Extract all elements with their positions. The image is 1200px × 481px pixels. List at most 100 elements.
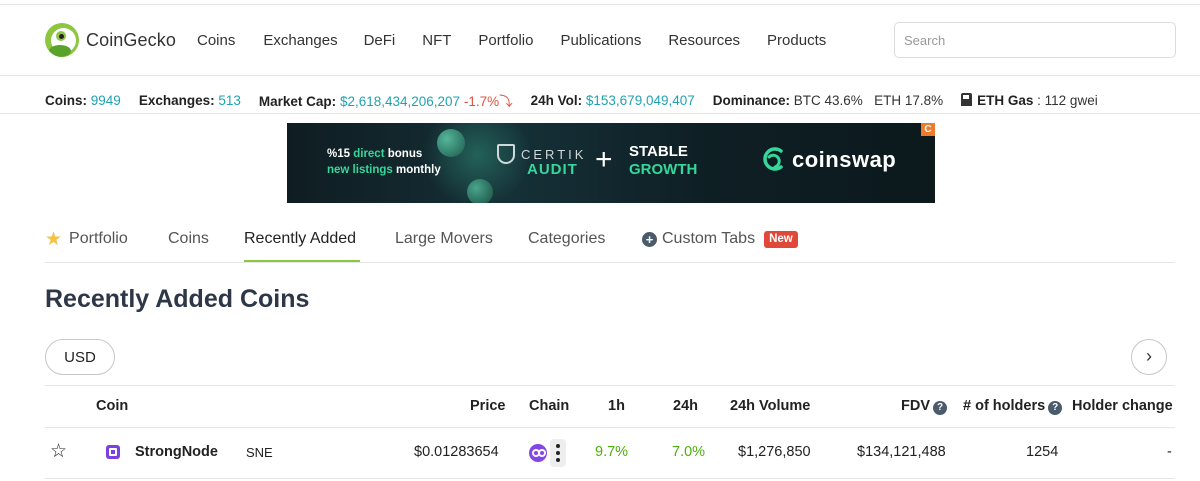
certik-shield-icon bbox=[497, 144, 515, 164]
stat-market-cap[interactable]: Market Cap: $2,618,434,206,207 -1.7%⤵ bbox=[259, 90, 513, 110]
tab-custom-tabs-label: Custom Tabs bbox=[662, 230, 756, 247]
fdv-value: $134,121,488 bbox=[857, 444, 946, 460]
stat-coins-value: 9949 bbox=[90, 92, 121, 108]
col-header-holders[interactable]: # of holders? bbox=[963, 398, 1063, 415]
coin-name[interactable]: StrongNode bbox=[135, 444, 218, 460]
banner-plus: + bbox=[595, 143, 613, 176]
col-header-chain[interactable]: Chain bbox=[529, 398, 569, 414]
decor-sphere bbox=[467, 179, 493, 203]
more-options-icon[interactable] bbox=[550, 439, 566, 467]
stat-exchanges[interactable]: Exchanges: 513 bbox=[139, 93, 241, 108]
stat-exchanges-label: Exchanges: bbox=[138, 92, 215, 108]
coin-tabs: ★ Portfolio Coins Recently Added Large M… bbox=[45, 215, 1175, 263]
banner-stable: STABLE bbox=[629, 143, 688, 160]
banner-line-2: new listings monthly bbox=[327, 164, 441, 176]
nav-coins[interactable]: Coins bbox=[197, 32, 235, 49]
gecko-logo-icon bbox=[45, 23, 79, 57]
tab-recently-added-label: Recently Added bbox=[244, 230, 357, 247]
global-stats-bar: Coins: 9949 Exchanges: 513 Market Cap: $… bbox=[45, 90, 1116, 110]
coingecko-logo[interactable]: CoinGecko bbox=[45, 23, 176, 57]
help-icon[interactable]: ? bbox=[933, 401, 947, 415]
star-icon: ★ bbox=[45, 228, 63, 250]
stat-gas-value: : 112 gwei bbox=[1037, 92, 1098, 108]
col-header-holder-change[interactable]: Holder change bbox=[1072, 398, 1173, 414]
trend-down-icon: ⤵ bbox=[499, 94, 513, 109]
stat-market-cap-value: $2,618,434,206,207 bbox=[339, 94, 461, 109]
search-input[interactable] bbox=[894, 22, 1176, 58]
col-header-holders-label: # of holders bbox=[963, 398, 1046, 414]
stat-volume-value: $153,679,049,407 bbox=[585, 92, 695, 108]
stat-gas-label: ETH Gas bbox=[977, 92, 1034, 108]
tab-portfolio[interactable]: ★ Portfolio bbox=[45, 228, 128, 250]
table-top-border bbox=[45, 385, 1175, 386]
watchlist-star-icon[interactable]: ☆ bbox=[50, 442, 67, 461]
coinswap-brand: coinswap bbox=[792, 147, 897, 172]
change-1h: 9.7% bbox=[595, 444, 629, 460]
nav-nft[interactable]: NFT bbox=[422, 32, 451, 49]
stats-divider bbox=[0, 113, 1200, 114]
col-header-24h-volume[interactable]: 24h Volume bbox=[730, 398, 810, 414]
tab-coins[interactable]: Coins bbox=[168, 228, 209, 250]
nav-exchanges[interactable]: Exchanges bbox=[263, 32, 337, 49]
page-title: Recently Added Coins bbox=[45, 285, 310, 313]
tab-large-movers-label: Large Movers bbox=[395, 230, 493, 247]
ad-choices-icon[interactable]: C bbox=[921, 123, 935, 136]
holder-change-value: - bbox=[1167, 444, 1172, 460]
banner-line-1: %15 direct bonus bbox=[327, 148, 423, 160]
stat-volume-label: 24h Vol: bbox=[530, 92, 583, 108]
tab-coins-label: Coins bbox=[168, 230, 209, 247]
tab-custom-tabs[interactable]: + Custom Tabs New bbox=[642, 228, 798, 250]
stat-market-cap-change: -1.7% bbox=[463, 94, 500, 109]
stat-volume[interactable]: 24h Vol: $153,679,049,407 bbox=[531, 93, 695, 108]
holders-count: 1254 bbox=[1026, 444, 1059, 460]
logo-text: CoinGecko bbox=[86, 29, 176, 50]
stat-coins-label: Coins: bbox=[45, 92, 87, 108]
gas-pump-icon bbox=[961, 92, 973, 106]
stat-dominance-btc: BTC 43.6% bbox=[793, 92, 863, 108]
stat-dominance[interactable]: Dominance: BTC 43.6% ETH 17.8% bbox=[713, 93, 943, 108]
coin-symbol: SNE bbox=[246, 445, 273, 460]
help-icon[interactable]: ? bbox=[1048, 401, 1063, 415]
nav-publications[interactable]: Publications bbox=[560, 32, 641, 49]
currency-selector-button[interactable]: USD bbox=[45, 339, 115, 375]
table-header-divider bbox=[45, 427, 1175, 428]
nav-products[interactable]: Products bbox=[767, 32, 826, 49]
plus-circle-icon: + bbox=[642, 231, 657, 247]
active-tab-indicator bbox=[244, 260, 360, 262]
nav-resources[interactable]: Resources bbox=[668, 32, 740, 49]
stat-eth-gas[interactable]: ETH Gas : 112 gwei bbox=[961, 92, 1098, 108]
col-header-24h[interactable]: 24h bbox=[673, 398, 698, 414]
nav-defi[interactable]: DeFi bbox=[364, 32, 396, 49]
tab-recently-added[interactable]: Recently Added bbox=[244, 228, 356, 250]
tab-categories[interactable]: Categories bbox=[528, 228, 605, 250]
stat-coins[interactable]: Coins: 9949 bbox=[45, 93, 121, 108]
change-24h: 7.0% bbox=[672, 444, 706, 460]
table-row-divider bbox=[45, 478, 1175, 479]
coinswap-logo-icon bbox=[763, 147, 783, 171]
banner-growth: GROWTH bbox=[629, 161, 698, 178]
col-header-fdv[interactable]: FDV? bbox=[901, 398, 947, 415]
stat-dominance-eth: ETH 17.8% bbox=[874, 92, 944, 108]
site-header: CoinGecko Coins Exchanges DeFi NFT Portf… bbox=[0, 5, 1200, 76]
coin-price: $0.01283654 bbox=[414, 444, 499, 460]
chevron-right-icon: › bbox=[1146, 346, 1152, 366]
polygon-chain-icon[interactable] bbox=[529, 444, 547, 462]
stat-market-cap-label: Market Cap: bbox=[258, 94, 337, 109]
decor-sphere bbox=[437, 129, 465, 157]
volume-24h: $1,276,850 bbox=[738, 444, 811, 460]
tab-categories-label: Categories bbox=[528, 230, 606, 247]
tab-portfolio-label: Portfolio bbox=[69, 230, 128, 247]
nav-portfolio[interactable]: Portfolio bbox=[478, 32, 533, 49]
strongnode-coin-icon bbox=[106, 445, 120, 459]
col-header-fdv-label: FDV bbox=[901, 398, 930, 414]
col-header-1h[interactable]: 1h bbox=[608, 398, 625, 414]
new-badge: New bbox=[764, 230, 798, 248]
tab-large-movers[interactable]: Large Movers bbox=[395, 228, 493, 250]
next-page-button[interactable]: › bbox=[1131, 339, 1167, 375]
col-header-coin[interactable]: Coin bbox=[96, 398, 128, 414]
banner-audit: AUDIT bbox=[527, 161, 578, 178]
advertisement-banner[interactable]: %15 direct bonus new listings monthly CE… bbox=[287, 123, 935, 203]
stat-dominance-label: Dominance: bbox=[712, 92, 791, 108]
col-header-price[interactable]: Price bbox=[470, 398, 505, 414]
stat-exchanges-value: 513 bbox=[218, 92, 241, 108]
